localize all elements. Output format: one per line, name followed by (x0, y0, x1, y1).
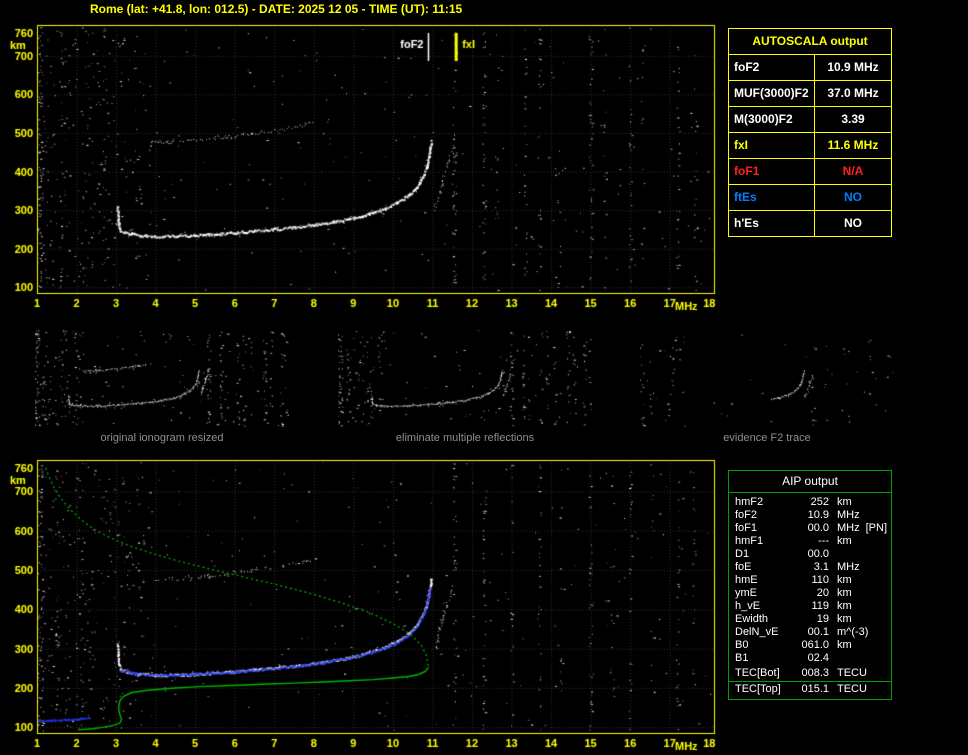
aip-param-value: 061.0 (793, 639, 829, 652)
aip-param-value: 20 (793, 587, 829, 600)
aip-row-tec-top: TEC[Top] 015.1 TECU (729, 683, 891, 696)
aip-param-name: hmE (729, 574, 793, 587)
aip-param-unit: km (829, 600, 852, 613)
autoscala-table-title: AUTOSCALA output (729, 29, 891, 55)
aip-row-fof2: foF2 10.9 MHz (729, 509, 891, 522)
autoscala-param-label: M(3000)F2 (729, 107, 815, 132)
aip-param-unit (829, 652, 837, 665)
autoscala-param-value: 37.0 MHz (815, 81, 891, 106)
aip-param-unit: km (829, 587, 852, 600)
aip-param-value: 119 (793, 600, 829, 613)
aip-tec-section: TEC[Bot] 008.3 TECU TEC[Top] 015.1 TECU (729, 667, 891, 699)
aip-param-unit: TECU (829, 683, 867, 696)
aip-param-name: hmF1 (729, 535, 793, 548)
aip-param-unit: m^(-3) (829, 626, 868, 639)
aip-param-unit: km (829, 613, 852, 626)
aip-row-hmf2: hmF2 252 km (729, 496, 891, 509)
autoscala-screen: Rome (lat: +41.8, lon: 012.5) - DATE: 20… (0, 0, 968, 755)
autoscala-param-value: NO (815, 211, 891, 236)
aip-param-name: hmF2 (729, 496, 793, 509)
aip-param-value: 015.1 (793, 683, 829, 696)
aip-table-body: hmF2 252 km foF2 10.9 MHz foF1 00.0 MHz … (729, 493, 891, 699)
aip-param-unit (829, 548, 837, 561)
autoscala-param-label: ftEs (729, 185, 815, 210)
autoscala-row-fxi: fxI 11.6 MHz (729, 133, 891, 159)
aip-param-unit: km (829, 535, 852, 548)
aip-param-unit: TECU (829, 667, 867, 680)
aip-param-value: 10.9 (793, 509, 829, 522)
page-title: Rome (lat: +41.8, lon: 012.5) - DATE: 20… (90, 2, 462, 16)
autoscala-row-hpes: h'Es NO (729, 211, 891, 236)
autoscala-param-label: h'Es (729, 211, 815, 236)
tec-separator (729, 681, 891, 682)
aip-row-tec-bot: TEC[Bot] 008.3 TECU (729, 667, 891, 680)
aip-param-unit: km (829, 496, 852, 509)
aip-row-hme: hmE 110 km (729, 574, 891, 587)
aip-row-hve: h_vE 119 km (729, 600, 891, 613)
aip-param-name: B1 (729, 652, 793, 665)
aip-param-unit: MHz (829, 509, 860, 522)
aip-param-name: TEC[Bot] (729, 667, 793, 680)
aip-table-title: AIP output (729, 471, 891, 493)
aip-param-name: B0 (729, 639, 793, 652)
aip-param-value: 252 (793, 496, 829, 509)
aip-param-value: 008.3 (793, 667, 829, 680)
thumbnail-caption: eliminate multiple reflections (338, 432, 592, 444)
thumbnail-caption: original ionogram resized (35, 432, 289, 444)
aip-row-fof1: foF1 00.0 MHz [PN] (729, 522, 891, 535)
aip-param-name: DelN_vE (729, 626, 793, 639)
autoscala-row-fof2: foF2 10.9 MHz (729, 55, 891, 81)
aip-param-unit: MHz (829, 561, 860, 574)
aip-param-value: 19 (793, 613, 829, 626)
thumbnail-f2-trace-canvas (640, 328, 894, 428)
thumbnail-original-ionogram-canvas (35, 328, 289, 428)
autoscala-param-value: 11.6 MHz (815, 133, 891, 158)
aip-param-value: 02.4 (793, 652, 829, 665)
aip-param-value: 3.1 (793, 561, 829, 574)
aip-param-name: TEC[Top] (729, 683, 793, 696)
aip-param-unit: MHz (829, 522, 860, 535)
autoscala-param-value: 3.39 (815, 107, 891, 132)
aip-param-unit: km (829, 574, 852, 587)
aip-row-yme: ymE 20 km (729, 587, 891, 600)
autoscala-row-fof1: foF1 N/A (729, 159, 891, 185)
aip-param-name: foE (729, 561, 793, 574)
thumbnail-multiple-reflections-canvas (338, 328, 592, 428)
bottom-ionogram-canvas (0, 450, 726, 755)
autoscala-row-m3000f2: M(3000)F2 3.39 (729, 107, 891, 133)
autoscala-row-muf3000f2: MUF(3000)F2 37.0 MHz (729, 81, 891, 107)
autoscala-param-value: 10.9 MHz (815, 55, 891, 80)
aip-param-value: --- (793, 535, 829, 548)
aip-param-name: Ewidth (729, 613, 793, 626)
top-ionogram-canvas (0, 20, 726, 320)
aip-param-name: foF2 (729, 509, 793, 522)
aip-row-delnve: DelN_vE 00.1 m^(-3) (729, 626, 891, 639)
aip-param-name: ymE (729, 587, 793, 600)
autoscala-param-label: foF1 (729, 159, 815, 184)
aip-param-name: h_vE (729, 600, 793, 613)
autoscala-param-label: foF2 (729, 55, 815, 80)
aip-row-ewidth: Ewidth 19 km (729, 613, 891, 626)
aip-param-value: 00.0 (793, 548, 829, 561)
aip-param-value: 00.0 (793, 522, 829, 535)
aip-param-unit: km (829, 639, 852, 652)
autoscala-param-label: MUF(3000)F2 (729, 81, 815, 106)
aip-row-foe: foE 3.1 MHz (729, 561, 891, 574)
aip-param-value: 110 (793, 574, 829, 587)
aip-param-name: D1 (729, 548, 793, 561)
autoscala-row-ftes: ftEs NO (729, 185, 891, 211)
aip-row-d1: D1 00.0 (729, 548, 891, 561)
autoscala-output-table: AUTOSCALA output foF2 10.9 MHz MUF(3000)… (728, 28, 892, 237)
aip-output-table: AIP output hmF2 252 km foF2 10.9 MHz foF… (728, 470, 892, 700)
aip-param-name: foF1 (729, 522, 793, 535)
aip-param-value: 00.1 (793, 626, 829, 639)
aip-row-hmf1: hmF1 --- km (729, 535, 891, 548)
autoscala-param-value: N/A (815, 159, 891, 184)
autoscala-param-value: NO (815, 185, 891, 210)
thumbnail-caption: evidence F2 trace (640, 432, 894, 444)
aip-row-b1: B1 02.4 (729, 652, 891, 665)
aip-row-b0: B0 061.0 km (729, 639, 891, 652)
aip-param-note: [PN] (860, 522, 887, 535)
autoscala-param-label: fxI (729, 133, 815, 158)
